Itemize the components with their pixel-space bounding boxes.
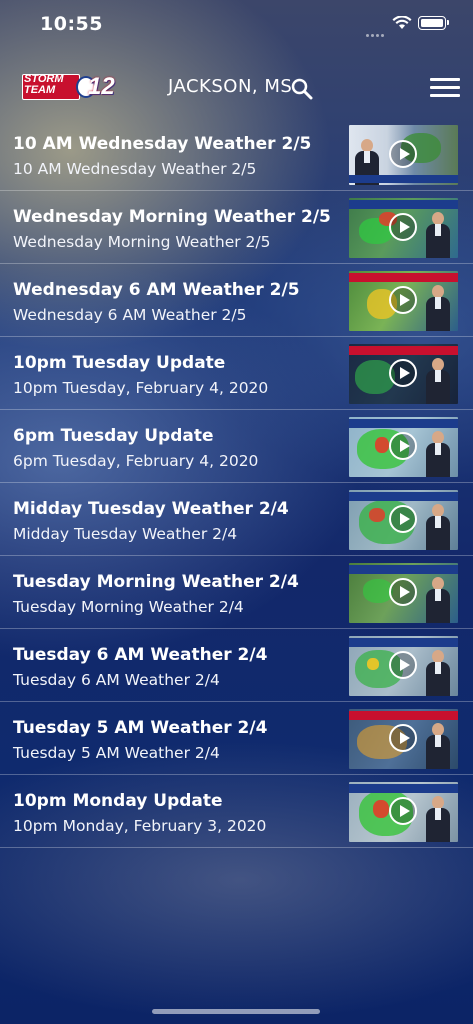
video-thumbnail[interactable] <box>349 563 458 623</box>
play-icon <box>389 140 417 168</box>
video-title: 6pm Tuesday Update <box>13 426 214 446</box>
video-list: 10 AM Wednesday Weather 2/5 10 AM Wednes… <box>0 118 473 848</box>
video-row[interactable]: 10 AM Wednesday Weather 2/5 10 AM Wednes… <box>0 118 473 191</box>
cellular-signal-icon <box>366 22 386 37</box>
location-label[interactable]: JACKSON, MS <box>168 76 292 97</box>
status-bar: 10:55 <box>0 0 473 50</box>
video-row[interactable]: Tuesday 5 AM Weather 2/4 Tuesday 5 AM We… <box>0 702 473 775</box>
video-row[interactable]: Wednesday 6 AM Weather 2/5 Wednesday 6 A… <box>0 264 473 337</box>
video-row[interactable]: Tuesday 6 AM Weather 2/4 Tuesday 6 AM We… <box>0 629 473 702</box>
video-row[interactable]: Tuesday Morning Weather 2/4 Tuesday Morn… <box>0 556 473 629</box>
video-thumbnail[interactable] <box>349 417 458 477</box>
battery-icon <box>418 16 449 30</box>
play-icon <box>389 213 417 241</box>
home-indicator[interactable] <box>152 1009 320 1014</box>
video-title: Wednesday Morning Weather 2/5 <box>13 207 331 227</box>
play-icon <box>389 797 417 825</box>
video-row[interactable]: Wednesday Morning Weather 2/5 Wednesday … <box>0 191 473 264</box>
video-thumbnail[interactable] <box>349 782 458 842</box>
video-title: 10 AM Wednesday Weather 2/5 <box>13 134 312 154</box>
video-subtitle: Wednesday 6 AM Weather 2/5 <box>13 306 247 324</box>
video-thumbnail[interactable] <box>349 344 458 404</box>
video-subtitle: 10pm Monday, February 3, 2020 <box>13 817 267 835</box>
video-row[interactable]: 10pm Tuesday Update 10pm Tuesday, Februa… <box>0 337 473 410</box>
logo-text-team: TEAM <box>24 84 56 96</box>
video-title: Tuesday 6 AM Weather 2/4 <box>13 645 268 665</box>
play-icon <box>389 359 417 387</box>
video-subtitle: Midday Tuesday Weather 2/4 <box>13 525 238 543</box>
video-title: 10pm Tuesday Update <box>13 353 226 373</box>
play-icon <box>389 651 417 679</box>
play-icon <box>389 505 417 533</box>
video-thumbnail[interactable] <box>349 125 458 185</box>
play-icon <box>389 724 417 752</box>
video-title: 10pm Monday Update <box>13 791 223 811</box>
video-thumbnail[interactable] <box>349 636 458 696</box>
video-title: Midday Tuesday Weather 2/4 <box>13 499 289 519</box>
video-subtitle: 10pm Tuesday, February 4, 2020 <box>13 379 269 397</box>
app-header: STORM TEAM 12 JACKSON, MS <box>0 62 473 114</box>
video-thumbnail[interactable] <box>349 490 458 550</box>
play-icon <box>389 578 417 606</box>
play-icon <box>389 432 417 460</box>
video-row[interactable]: 6pm Tuesday Update 6pm Tuesday, February… <box>0 410 473 483</box>
video-subtitle: Wednesday Morning Weather 2/5 <box>13 233 271 251</box>
logo-number: 12 <box>88 73 115 100</box>
video-thumbnail[interactable] <box>349 271 458 331</box>
wifi-icon <box>392 16 412 29</box>
video-title: Wednesday 6 AM Weather 2/5 <box>13 280 300 300</box>
video-subtitle: 10 AM Wednesday Weather 2/5 <box>13 160 257 178</box>
video-subtitle: 6pm Tuesday, February 4, 2020 <box>13 452 259 470</box>
status-time: 10:55 <box>40 13 103 35</box>
video-title: Tuesday Morning Weather 2/4 <box>13 572 299 592</box>
video-row[interactable]: Midday Tuesday Weather 2/4 Midday Tuesda… <box>0 483 473 556</box>
video-thumbnail[interactable] <box>349 198 458 258</box>
video-thumbnail[interactable] <box>349 709 458 769</box>
play-icon <box>389 286 417 314</box>
hamburger-menu-icon[interactable] <box>430 78 460 98</box>
video-row[interactable]: 10pm Monday Update 10pm Monday, February… <box>0 775 473 848</box>
video-subtitle: Tuesday 5 AM Weather 2/4 <box>13 744 220 762</box>
video-subtitle: Tuesday 6 AM Weather 2/4 <box>13 671 220 689</box>
video-title: Tuesday 5 AM Weather 2/4 <box>13 718 268 738</box>
search-icon[interactable] <box>291 78 313 100</box>
video-subtitle: Tuesday Morning Weather 2/4 <box>13 598 244 616</box>
storm-team-12-logo[interactable]: STORM TEAM 12 <box>22 72 116 102</box>
